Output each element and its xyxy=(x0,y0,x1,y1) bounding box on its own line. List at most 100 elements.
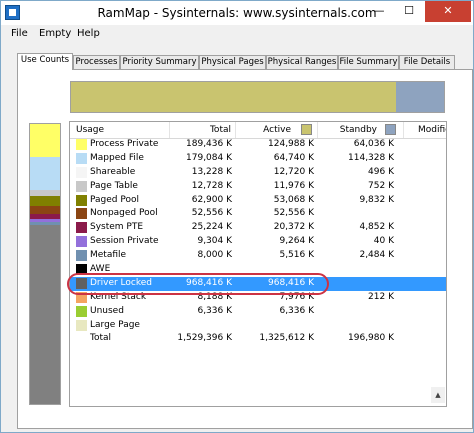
table-row[interactable]: Kernel Stack 8,188 K 7,976 K 212 K xyxy=(70,291,446,305)
minimize-button[interactable]: — xyxy=(365,1,393,22)
standby-color-swatch xyxy=(385,124,396,135)
tab-processes[interactable]: Processes xyxy=(73,55,120,69)
usage-segment-nonpaged-pool xyxy=(30,206,60,214)
cell-active: 9,264 K xyxy=(279,236,314,247)
cell-usage: System PTE xyxy=(90,222,144,233)
table-row[interactable]: Shareable 13,228 K 12,720 K 496 K xyxy=(70,166,446,180)
cell-usage: Session Private xyxy=(90,236,159,247)
cell-active: 52,556 K xyxy=(273,208,314,219)
table-row[interactable]: Process Private 189,436 K 124,988 K 64,036 … xyxy=(70,138,446,152)
table-row[interactable]: Unused 6,336 K 6,336 K xyxy=(70,305,446,319)
cell-standby: 196,980 K xyxy=(348,333,394,344)
tab-file-details[interactable]: File Details xyxy=(399,55,455,69)
cell-total: 179,084 K xyxy=(186,152,232,163)
menu-file[interactable]: File xyxy=(11,28,28,39)
table-row[interactable]: Metafile 8,000 K 5,516 K 2,484 K xyxy=(70,249,446,263)
cell-total: 6,336 K xyxy=(197,305,232,316)
scroll-up-arrow-icon[interactable]: ▲ xyxy=(431,387,445,403)
table-row[interactable]: Page Table 12,728 K 11,976 K 752 K xyxy=(70,180,446,194)
usage-segment-mapped-file xyxy=(30,157,60,190)
maximize-button[interactable]: ☐ xyxy=(395,1,423,22)
table-row[interactable]: Total 1,529,396 K 1,325,612 K 196,980 K xyxy=(70,332,446,346)
table-row[interactable]: Nonpaged Pool 52,556 K 52,556 K xyxy=(70,207,446,221)
table-row[interactable]: Large Page xyxy=(70,319,446,333)
cell-usage: Paged Pool xyxy=(90,194,139,205)
cell-total: 13,228 K xyxy=(191,166,232,177)
cell-active: 1,325,612 K xyxy=(259,333,314,344)
usage-color-swatch xyxy=(76,291,87,303)
cell-usage: Shareable xyxy=(90,166,136,177)
usage-color-swatch xyxy=(76,139,87,150)
cell-total: 189,436 K xyxy=(186,139,232,149)
cell-standby: 114,328 K xyxy=(348,152,394,163)
menu-help[interactable]: Help xyxy=(77,28,100,39)
cell-standby: 4,852 K xyxy=(359,222,394,233)
memory-state-bar xyxy=(70,81,445,113)
usage-segment-metafile xyxy=(30,222,60,225)
column-total[interactable]: Total xyxy=(170,122,236,138)
tab-strip: Use Counts Processes Priority Summary Ph… xyxy=(17,53,471,70)
use-counts-table: Usage Total Active Standby Modifie Proce… xyxy=(69,121,447,407)
cell-total: 968,416 K xyxy=(186,277,232,288)
cell-usage: Mapped File xyxy=(90,152,144,163)
column-usage[interactable]: Usage xyxy=(70,122,170,138)
cell-active: 11,976 K xyxy=(273,180,314,191)
cell-active: 53,068 K xyxy=(273,194,314,205)
cell-standby: 40 K xyxy=(373,236,394,247)
cell-standby: 752 K xyxy=(368,180,394,191)
cell-usage: Driver Locked xyxy=(90,277,153,288)
cell-active: 6,336 K xyxy=(279,305,314,316)
rammap-window: RamMap - Sysinternals: www.sysinternals.… xyxy=(0,0,474,433)
tab-physical-pages[interactable]: Physical Pages xyxy=(199,55,266,69)
cell-usage: Large Page xyxy=(90,319,140,330)
cell-total: 12,728 K xyxy=(191,180,232,191)
standby-segment xyxy=(396,82,444,112)
table-row[interactable]: Session Private 9,304 K 9,264 K 40 K xyxy=(70,235,446,249)
cell-total: 25,224 K xyxy=(191,222,232,233)
usage-color-swatch xyxy=(76,194,87,206)
cell-standby: 9,832 K xyxy=(359,194,394,205)
tab-physical-ranges[interactable]: Physical Ranges xyxy=(266,55,338,69)
cell-usage: Page Table xyxy=(90,180,138,191)
usage-color-swatch xyxy=(76,180,87,192)
cell-total: 1,529,396 K xyxy=(177,333,232,344)
cell-total: 52,556 K xyxy=(191,208,232,219)
usage-color-swatch xyxy=(76,222,87,234)
cell-standby: 2,484 K xyxy=(359,250,394,261)
cell-standby: 64,036 K xyxy=(353,139,394,149)
usage-color-swatch xyxy=(76,152,87,164)
usage-color-swatch xyxy=(76,208,87,220)
usage-color-swatch xyxy=(76,277,87,289)
tab-use-counts[interactable]: Use Counts xyxy=(17,53,73,70)
cell-active: 7,976 K xyxy=(279,291,314,302)
table-rows: Process Private 189,436 K 124,988 K 64,036 … xyxy=(70,138,446,346)
usage-color-swatch xyxy=(76,264,87,276)
menu-bar: File Empty Help xyxy=(1,25,473,43)
table-row[interactable]: Paged Pool 62,900 K 53,068 K 9,832 K xyxy=(70,194,446,208)
cell-usage: Kernel Stack xyxy=(90,291,147,302)
cell-active: 20,372 K xyxy=(273,222,314,233)
usage-color-swatch xyxy=(76,236,87,248)
cell-total: 8,188 K xyxy=(197,291,232,302)
table-row[interactable]: Driver Locked 968,416 K 968,416 K xyxy=(70,276,446,291)
cell-usage: Nonpaged Pool xyxy=(90,208,158,219)
cell-active: 968,416 K xyxy=(268,277,314,288)
cell-usage: Unused xyxy=(90,305,124,316)
cell-usage: AWE xyxy=(90,264,111,275)
title-bar: RamMap - Sysinternals: www.sysinternals.… xyxy=(1,1,473,25)
cell-usage: Total xyxy=(90,333,112,344)
close-button[interactable]: ✕ xyxy=(425,1,471,22)
tab-priority-summary[interactable]: Priority Summary xyxy=(120,55,199,69)
table-row[interactable]: Mapped File 179,084 K 64,740 K 114,328 K xyxy=(70,152,446,166)
table-row[interactable]: System PTE 25,224 K 20,372 K 4,852 K xyxy=(70,221,446,235)
column-modified[interactable]: Modifie xyxy=(404,122,446,138)
menu-empty[interactable]: Empty xyxy=(39,28,71,39)
cell-active: 64,740 K xyxy=(273,152,314,163)
table-row[interactable]: AWE xyxy=(70,263,446,277)
memory-usage-bar xyxy=(29,123,61,405)
cell-standby: 496 K xyxy=(368,166,394,177)
usage-color-swatch xyxy=(76,319,87,331)
cell-total: 8,000 K xyxy=(197,250,232,261)
usage-color-swatch xyxy=(76,305,87,317)
tab-file-summary[interactable]: File Summary xyxy=(338,55,399,69)
